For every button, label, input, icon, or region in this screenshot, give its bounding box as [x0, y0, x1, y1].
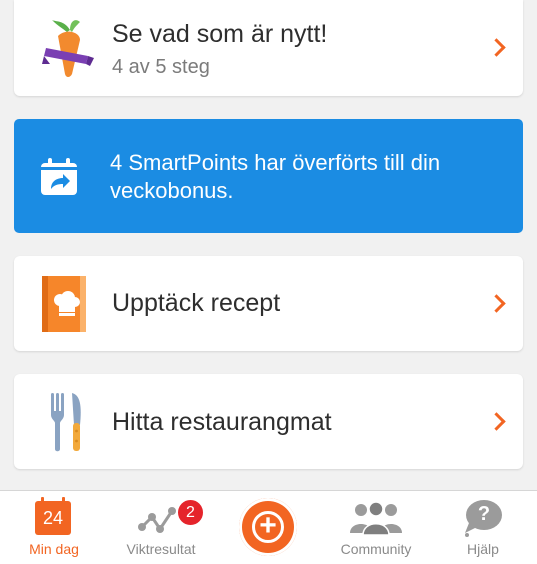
community-icon — [348, 501, 404, 540]
whats-new-progress: 4 av 5 steg — [112, 56, 210, 78]
fork-knife-icon — [50, 391, 84, 458]
nav-weight-results-label: Viktresultat — [126, 541, 196, 557]
calendar-share-icon — [39, 157, 79, 202]
calendar-icon: 24 — [35, 497, 71, 535]
help-bubble-icon: ? — [463, 499, 503, 542]
bonus-message: 4 SmartPoints har överförts till din vec… — [110, 150, 441, 203]
nav-help-label: Hjälp — [467, 541, 499, 557]
recipe-book-icon — [40, 274, 88, 339]
chevron-right-icon — [487, 38, 506, 57]
whats-new-title: Se vad som är nytt! — [112, 20, 328, 48]
plus-icon: + — [239, 498, 297, 556]
nav-community[interactable]: Community — [334, 491, 418, 564]
find-restaurant-food-card[interactable]: Hitta restaurangmat — [14, 374, 523, 469]
nav-my-day-label: Min dag — [29, 541, 79, 557]
find-restaurant-title: Hitta restaurangmat — [112, 408, 332, 436]
nav-my-day[interactable]: 24 Min dag — [14, 491, 94, 564]
help-symbol: ? — [477, 503, 491, 525]
nav-help[interactable]: ? Hjälp — [452, 491, 514, 564]
discover-recipes-title: Upptäck recept — [112, 289, 281, 317]
add-button[interactable]: + — [239, 491, 299, 564]
chevron-right-icon — [487, 293, 506, 313]
nav-community-label: Community — [340, 541, 412, 557]
notification-badge: 2 — [176, 498, 205, 527]
whats-new-card[interactable]: Se vad som är nytt! 4 av 5 steg — [14, 0, 523, 96]
bonus-notification-card[interactable]: 4 SmartPoints har överförts till din vec… — [14, 119, 523, 233]
carrot-icon — [40, 18, 96, 85]
chevron-right-icon — [487, 411, 506, 431]
plus-symbol: + — [259, 509, 277, 542]
nav-weight-results[interactable]: 2 Viktresultat — [118, 491, 205, 564]
calendar-date: 24 — [42, 508, 64, 528]
discover-recipes-card[interactable]: Upptäck recept — [14, 256, 523, 351]
bottom-navigation: 24 Min dag 2 Viktresultat + Community ? … — [0, 490, 537, 564]
weight-graph-icon — [138, 505, 178, 540]
